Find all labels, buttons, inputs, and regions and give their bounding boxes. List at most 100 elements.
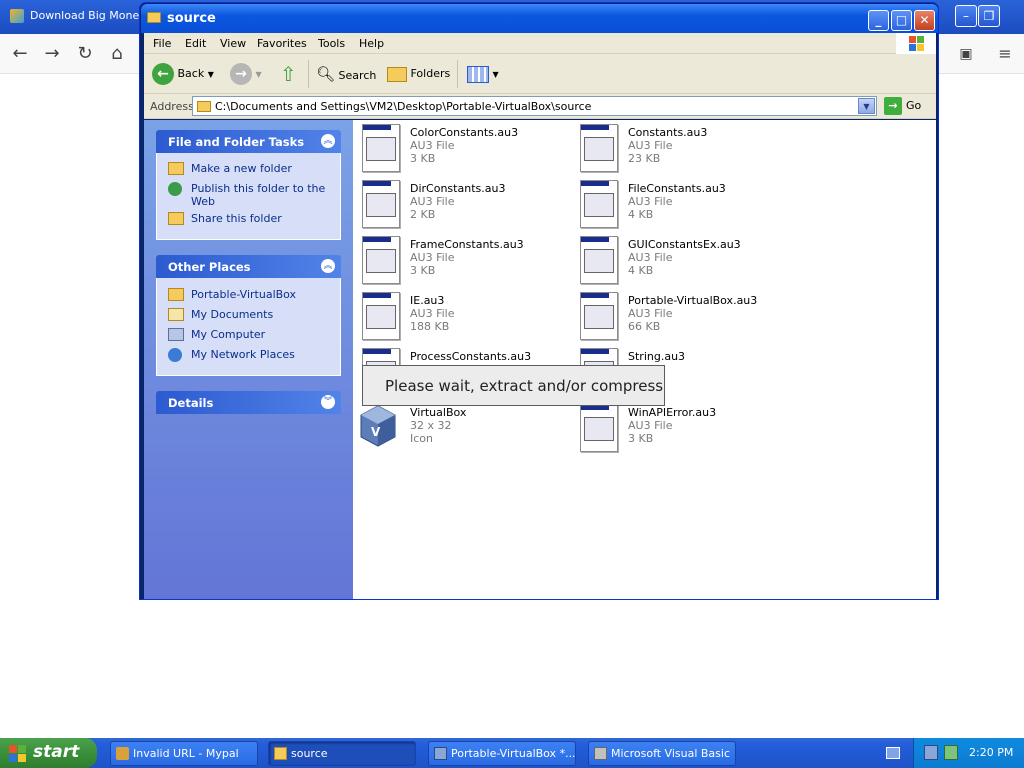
menu-help[interactable]: Help: [359, 37, 384, 50]
make-new-folder-link[interactable]: Make a new folder: [168, 162, 341, 175]
file-type: 32 x 32: [410, 419, 452, 432]
file-folder-tasks-header[interactable]: File and Folder Tasks ︽: [156, 130, 341, 153]
file-item[interactable]: ColorConstants.au3 AU3 File 3 KB: [362, 124, 577, 174]
minimize-button[interactable]: _: [868, 10, 889, 31]
start-button[interactable]: start: [0, 738, 97, 768]
windows-logo-icon: [896, 33, 936, 54]
address-bar: Address C:\Documents and Settings\VM2\De…: [144, 94, 936, 119]
collapse-icon[interactable]: ︽: [321, 259, 335, 273]
menu-edit[interactable]: Edit: [185, 37, 206, 50]
toolbar: ← Back ▼ → ▼ ⇧ 🔍︎ Search Folders ▼: [144, 54, 936, 94]
file-size: 4 KB: [628, 264, 654, 277]
go-button[interactable]: → Go: [884, 97, 921, 115]
visual-basic-icon: [594, 747, 607, 760]
file-item[interactable]: FileConstants.au3 AU3 File 4 KB: [580, 180, 795, 230]
search-button[interactable]: 🔍︎ Search: [316, 62, 376, 86]
menu-favorites[interactable]: Favorites: [257, 37, 307, 50]
file-item[interactable]: Constants.au3 AU3 File 23 KB: [580, 124, 795, 174]
taskbar-item-visual-basic[interactable]: Microsoft Visual Basic: [588, 741, 736, 766]
menu-icon[interactable]: ≡: [993, 42, 1017, 66]
place-my-documents[interactable]: My Documents: [168, 308, 341, 321]
start-label: start: [33, 742, 80, 762]
forward-button[interactable]: → ▼: [230, 62, 262, 86]
file-name: DirConstants.au3: [410, 182, 506, 195]
address-path: C:\Documents and Settings\VM2\Desktop\Po…: [215, 100, 592, 113]
folder-icon: [168, 288, 184, 301]
network-tray-icon[interactable]: [944, 745, 958, 760]
file-type: AU3 File: [628, 307, 673, 320]
up-folder-icon[interactable]: ⇧: [280, 62, 297, 86]
views-button[interactable]: ▼: [467, 62, 499, 86]
place-my-computer[interactable]: My Computer: [168, 328, 341, 341]
toolbar-separator: [308, 60, 309, 88]
menu-tools[interactable]: Tools: [318, 37, 345, 50]
au3-file-icon: [580, 124, 618, 172]
file-item[interactable]: DirConstants.au3 AU3 File 2 KB: [362, 180, 577, 230]
au3-file-icon: [580, 292, 618, 340]
clock[interactable]: 2:20 PM: [969, 746, 1013, 759]
other-places-header[interactable]: Other Places ︽: [156, 255, 341, 278]
network-icon: [168, 348, 182, 362]
place-portable-virtualbox[interactable]: Portable-VirtualBox: [168, 288, 341, 301]
file-size: 188 KB: [410, 320, 450, 333]
taskbar-item-mypal[interactable]: Invalid URL - Mypal: [110, 741, 258, 766]
taskbar-item-portable-virtualbox[interactable]: Portable-VirtualBox *...: [428, 741, 576, 766]
file-name: ProcessConstants.au3: [410, 350, 532, 363]
file-type: AU3 File: [410, 195, 455, 208]
file-folder-tasks-body: Make a new folder Publish this folder to…: [156, 153, 341, 240]
home-icon[interactable]: ⌂: [105, 42, 129, 66]
forward-arrow-icon[interactable]: →: [40, 42, 64, 66]
window-titlebar[interactable]: source _ □ ✕: [141, 4, 938, 33]
reload-icon[interactable]: ↻: [73, 42, 97, 66]
file-name: IE.au3: [410, 294, 445, 307]
minimize-icon[interactable]: –: [955, 5, 977, 27]
virtualbox-tray-icon[interactable]: [924, 745, 938, 760]
collapse-icon[interactable]: ︽: [321, 134, 335, 148]
sidebar-icon[interactable]: ▣: [954, 42, 978, 66]
file-name: Constants.au3: [628, 126, 708, 139]
chevron-down-icon: ▼: [207, 70, 214, 79]
folders-button[interactable]: Folders: [387, 62, 450, 86]
system-tray: 2:20 PM: [913, 738, 1024, 768]
taskbar-item-source[interactable]: source: [268, 741, 416, 766]
place-my-network-places[interactable]: My Network Places: [168, 348, 341, 362]
keyboard-icon[interactable]: [886, 747, 900, 759]
menu-file[interactable]: File: [153, 37, 171, 50]
file-item[interactable]: GUIConstantsEx.au3 AU3 File 4 KB: [580, 236, 795, 286]
file-item[interactable]: IE.au3 AU3 File 188 KB: [362, 292, 577, 342]
restore-icon[interactable]: ❐: [978, 5, 1000, 27]
file-type: AU3 File: [628, 195, 673, 208]
menu-view[interactable]: View: [220, 37, 246, 50]
address-input[interactable]: C:\Documents and Settings\VM2\Desktop\Po…: [192, 96, 877, 116]
menu-bar: File Edit View Favorites Tools Help: [144, 33, 936, 54]
go-arrow-icon: →: [884, 97, 902, 115]
file-item[interactable]: WinAPIError.au3 AU3 File 3 KB: [580, 404, 795, 454]
task-pane: File and Folder Tasks ︽ Make a new folde…: [144, 120, 353, 599]
file-size: 3 KB: [410, 152, 436, 165]
file-size: 4 KB: [628, 208, 654, 221]
browser-tab-title[interactable]: Download Big Money 1: [30, 9, 156, 22]
popup-message: Please wait, extract and/or compress: [385, 377, 664, 395]
file-item[interactable]: Portable-VirtualBox.au3 AU3 File 66 KB: [580, 292, 795, 342]
file-name: FileConstants.au3: [628, 182, 726, 195]
share-folder-link[interactable]: Share this folder: [168, 212, 341, 225]
folder-icon: [197, 101, 211, 112]
chevron-down-icon: ▼: [255, 70, 262, 79]
chevron-down-icon[interactable]: ▼: [858, 98, 875, 114]
file-item[interactable]: FrameConstants.au3 AU3 File 3 KB: [362, 236, 577, 286]
file-size: 2 KB: [410, 208, 436, 221]
file-item[interactable]: V VirtualBox 32 x 32 Icon: [358, 404, 573, 454]
file-size: Icon: [410, 432, 433, 445]
globe-icon: [168, 182, 182, 196]
back-button[interactable]: ← Back ▼: [152, 62, 214, 86]
maximize-button[interactable]: □: [891, 10, 912, 31]
file-list: ColorConstants.au3 AU3 File 3 KB Constan…: [353, 120, 936, 599]
publish-folder-link[interactable]: Publish this folder to the Web: [168, 182, 341, 208]
expand-icon[interactable]: ︾: [321, 395, 335, 409]
close-button[interactable]: ✕: [914, 10, 935, 31]
back-arrow-icon[interactable]: ←: [8, 42, 32, 66]
au3-file-icon: [580, 404, 618, 452]
file-size: 66 KB: [628, 320, 661, 333]
details-header[interactable]: Details ︾: [156, 391, 341, 414]
folder-icon: [147, 12, 161, 23]
